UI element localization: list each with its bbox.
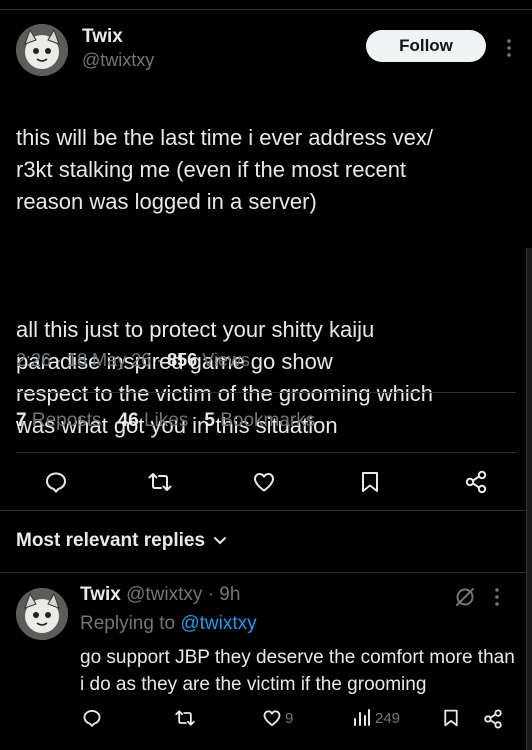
views-count: 856 <box>167 350 198 370</box>
bookmarks-stat[interactable]: 5 Bookmarks <box>204 410 315 432</box>
replies-divider <box>0 510 526 511</box>
top-divider <box>0 0 532 10</box>
reply-reply-icon[interactable] <box>82 708 102 728</box>
tweet-action-bar <box>0 462 532 502</box>
reply-views-button[interactable]: 249 <box>352 708 400 728</box>
replies-sort-label: Most relevant replies <box>16 530 206 551</box>
reply-author-handle[interactable]: @twixtxy <box>126 584 202 605</box>
likes-stat[interactable]: 46 Likes <box>118 410 189 432</box>
reply-like-button[interactable]: 9 <box>262 708 293 728</box>
tweet-time[interactable]: 2:26 <box>16 350 51 370</box>
replying-to-label: Replying to <box>80 613 176 634</box>
author-handle[interactable]: @twixtxy <box>82 50 154 71</box>
reply-share-icon[interactable] <box>482 708 504 730</box>
reply-author-avatar[interactable] <box>16 588 68 640</box>
reply-icon[interactable] <box>42 468 70 496</box>
bookmark-icon[interactable] <box>356 468 384 496</box>
reply-more-icon[interactable] <box>494 587 500 607</box>
tweet-meta: 2:26 · 18 May 26 · 856 Views <box>16 350 250 370</box>
avatar-art <box>16 24 68 76</box>
replying-to: Replying to @twixtxy <box>80 613 257 635</box>
reply-age[interactable]: 9h <box>219 584 240 605</box>
reply-like-count: 9 <box>285 709 294 727</box>
reply-repost-icon[interactable] <box>174 708 196 728</box>
views-label: Views <box>202 350 250 370</box>
reply-like-icon <box>263 710 281 726</box>
author-name[interactable]: Twix <box>82 26 123 48</box>
reply-header-icons <box>454 586 500 608</box>
share-icon[interactable] <box>462 468 490 496</box>
reply-action-bar: 9 249 <box>80 706 520 734</box>
like-icon[interactable] <box>250 468 278 496</box>
reply-author-name[interactable]: Twix <box>80 584 121 605</box>
reply-bookmark-icon[interactable] <box>442 708 460 728</box>
repost-icon[interactable] <box>146 468 174 496</box>
replies-sort-dropdown[interactable]: Most relevant replies <box>16 530 227 552</box>
tweet-paragraph-1: this will be the last time i ever addres… <box>16 125 433 214</box>
reply-divider <box>0 572 526 573</box>
reply-views-count: 249 <box>375 709 401 727</box>
more-options-icon[interactable] <box>497 36 521 60</box>
views-icon <box>354 709 370 726</box>
grok-icon[interactable] <box>454 586 476 608</box>
stats-divider-bottom <box>16 452 516 453</box>
tweet-date[interactable]: 18 May 26 <box>67 350 151 370</box>
reply-header: Twix @twixtxy · 9h <box>80 584 241 605</box>
follow-button[interactable]: Follow <box>366 30 486 62</box>
stats-divider-top <box>16 392 516 393</box>
engagement-stats: 7 Reposts 46 Likes 5 Bookmarks <box>16 410 315 432</box>
avatar-art <box>16 588 68 640</box>
replying-to-handle[interactable]: @twixtxy <box>180 613 256 634</box>
chevron-down-icon <box>214 537 227 545</box>
scrollbar[interactable] <box>526 248 532 750</box>
reposts-stat[interactable]: 7 Reposts <box>16 410 102 432</box>
author-avatar[interactable] <box>16 24 68 76</box>
reply-text: go support JBP they deserve the comfort … <box>80 647 515 695</box>
